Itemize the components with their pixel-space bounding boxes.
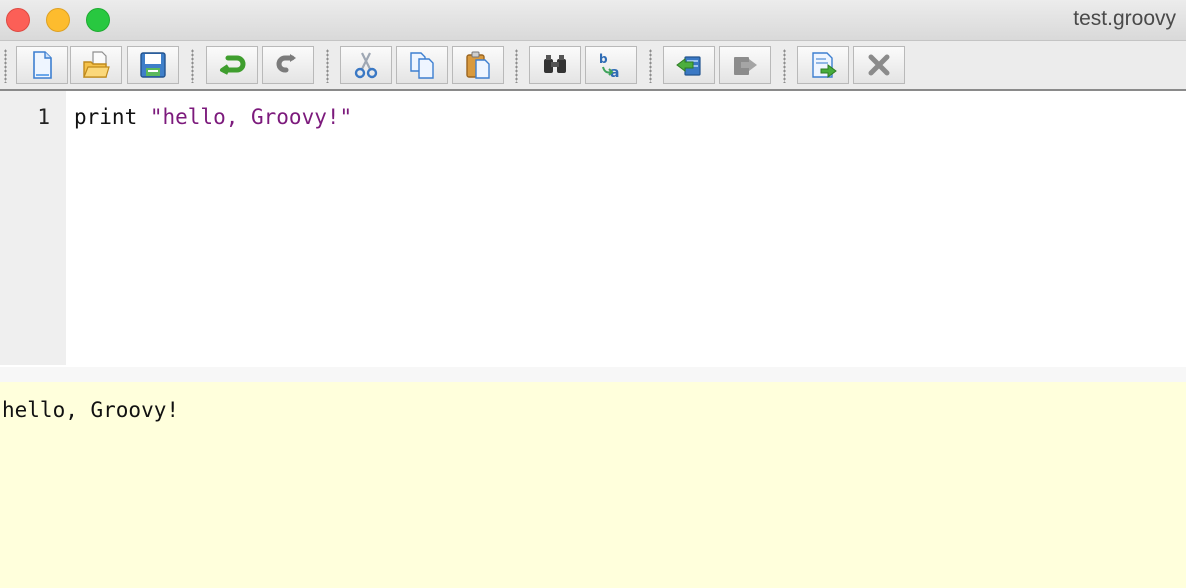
copy-button[interactable] <box>396 46 448 84</box>
replace-button[interactable]: b a <box>585 46 637 84</box>
redo-icon <box>276 54 296 73</box>
toolbar-separator <box>191 49 194 83</box>
cut-button[interactable] <box>340 46 392 84</box>
cut-icon <box>354 52 378 79</box>
code-keyword: print <box>74 105 150 129</box>
find-button[interactable] <box>529 46 581 84</box>
interrupt-button[interactable] <box>853 46 905 84</box>
paste-button[interactable] <box>452 46 504 84</box>
save-icon <box>140 52 166 78</box>
svg-text:b: b <box>599 52 608 66</box>
find-icon <box>544 55 566 73</box>
script-editor[interactable]: 1 print "hello, Groovy!" <box>0 91 1186 367</box>
history-next-button[interactable] <box>719 46 771 84</box>
interrupt-icon <box>868 54 890 76</box>
title-bar: test.groovy <box>0 0 1186 41</box>
toolbar-separator <box>515 49 518 83</box>
run-script-icon <box>812 52 837 78</box>
toolbar-separator <box>649 49 652 83</box>
minimize-window-button[interactable] <box>46 8 70 32</box>
copy-icon <box>410 52 434 79</box>
history-previous-icon <box>676 56 701 76</box>
close-window-button[interactable] <box>6 8 30 32</box>
zoom-window-button[interactable] <box>86 8 110 32</box>
history-next-icon <box>734 57 757 75</box>
new-file-button[interactable] <box>16 46 68 84</box>
line-number: 1 <box>37 105 50 129</box>
open-file-button[interactable] <box>70 46 122 84</box>
toolbar-separator <box>326 49 329 83</box>
code-string-literal: "hello, Groovy!" <box>149 105 353 129</box>
undo-button[interactable] <box>206 46 258 84</box>
split-pane-divider[interactable] <box>0 367 1186 382</box>
run-script-button[interactable] <box>797 46 849 84</box>
toolbar-separator <box>783 49 786 83</box>
output-text: hello, Groovy! <box>2 398 180 422</box>
replace-icon: b a <box>599 52 619 81</box>
window-title: test.groovy <box>1073 7 1176 30</box>
paste-icon <box>466 51 490 79</box>
toolbar: b a <box>0 41 1186 91</box>
undo-icon <box>220 55 246 75</box>
new-file-icon <box>33 51 52 79</box>
toolbar-grip[interactable] <box>4 49 7 83</box>
code-line[interactable]: print "hello, Groovy!" <box>74 105 352 129</box>
open-file-icon <box>83 51 110 78</box>
line-number-gutter: 1 <box>0 91 66 365</box>
save-button[interactable] <box>127 46 179 84</box>
history-previous-button[interactable] <box>663 46 715 84</box>
output-pane[interactable]: hello, Groovy! <box>0 382 1186 588</box>
redo-button[interactable] <box>262 46 314 84</box>
